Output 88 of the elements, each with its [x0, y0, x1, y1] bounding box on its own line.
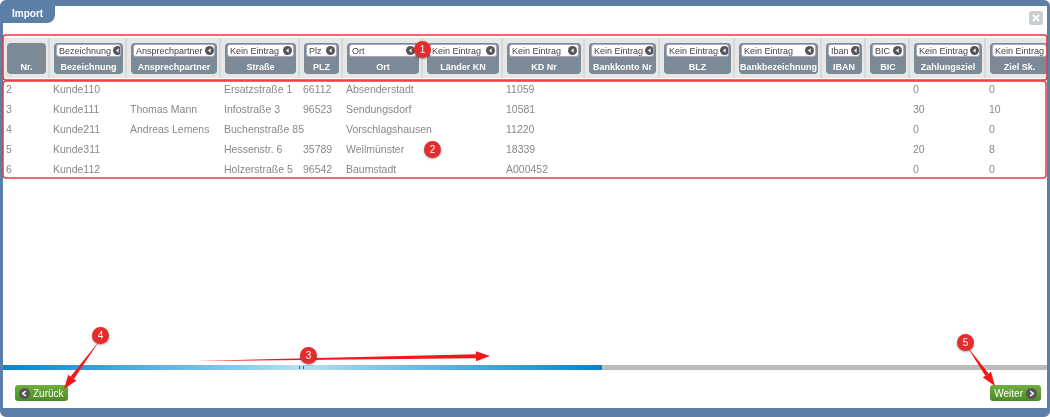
table-cell-text: 18339 — [505, 142, 536, 157]
table-cell-text: Baumstadt — [345, 162, 397, 177]
table-cell-text: 30 — [912, 102, 925, 117]
table-cell-text: A000452 — [505, 162, 549, 177]
caret-icon — [283, 46, 292, 55]
scrollbar[interactable] — [3, 365, 1047, 370]
table-cell-text: 5 — [5, 142, 12, 157]
column-mapping-dropdown[interactable]: Kein Eintrag — [509, 44, 579, 57]
column-label: Länder KN — [440, 62, 486, 73]
column-mapping-dropdown[interactable]: Bezeichnung — [56, 44, 121, 57]
caret-icon — [850, 46, 859, 55]
table-cell-text: 20 — [912, 142, 925, 157]
table-cell-text: Kunde211 — [52, 122, 101, 137]
table-cell-text: Kunde110 — [52, 82, 101, 97]
table-cell-text: 0 — [988, 82, 995, 97]
column-label: BLZ — [688, 62, 707, 73]
column-label: Ansprechpartner — [137, 62, 211, 73]
caret-icon — [970, 46, 979, 55]
column-label: Ziel Sk. — [1003, 62, 1036, 73]
caret-icon — [893, 46, 902, 55]
caret-icon — [486, 46, 495, 55]
table-cell-text: Buchenstraße 85 — [223, 122, 304, 137]
table-cell-text: 66112 — [302, 82, 332, 97]
column-label: Bankbezeichnung — [740, 62, 817, 73]
caret-icon — [805, 46, 814, 55]
column-mapping-dropdown[interactable]: Kein Eintrag — [591, 44, 654, 57]
caret-icon — [568, 46, 577, 55]
column-label: Bankkonto Nr — [593, 62, 652, 73]
column-mapping-dropdown[interactable]: Kein Eintrag — [666, 44, 729, 57]
table-cell-text: 0 — [912, 162, 919, 177]
table-cell-text: Sendungsdorf — [345, 102, 412, 117]
table-cell-text: Weilmünster — [345, 142, 405, 157]
column-label: Zahlungsziel — [920, 62, 976, 73]
caret-icon — [406, 46, 415, 55]
table-cell-text: Andreas Lemens — [129, 122, 210, 137]
column-label: BIC — [880, 62, 896, 73]
column-mapping-dropdown[interactable]: Kein Eintrag — [429, 44, 497, 57]
table-cell-text: 11059 — [505, 82, 535, 97]
table-cell-text: Ersatzstraße 1 — [223, 82, 293, 97]
chevron-left-icon — [19, 387, 30, 399]
table-cell-text: 10 — [988, 102, 1001, 117]
table-cell-text: 96542 — [302, 162, 333, 177]
table-cell-text: Vorschlagshausen — [345, 122, 432, 137]
table-cell-text: Kunde112 — [52, 162, 101, 177]
table-cell-text: 0 — [988, 122, 995, 137]
column-label: KD Nr — [531, 62, 557, 73]
table-cell-text: 3 — [5, 102, 12, 117]
table-cell-text: 0 — [988, 162, 995, 177]
table-cell-text: 11220 — [505, 122, 535, 137]
caret-icon — [204, 46, 214, 55]
column-mapping-dropdown[interactable]: BIC — [872, 44, 904, 57]
caret-icon — [720, 46, 728, 55]
table-cell-text: 4 — [5, 122, 12, 137]
table-cell-text: 0 — [912, 82, 919, 97]
table-cell-text: Absenderstadt — [345, 82, 414, 97]
table-cell-text: Thomas Mann — [129, 102, 198, 117]
column-mapping-dropdown[interactable]: Ort — [349, 44, 417, 57]
column-label: Straße — [246, 62, 275, 73]
table-cell-text: 2 — [5, 82, 12, 97]
column-mapping-dropdown[interactable]: Kein Eintrag — [992, 44, 1047, 57]
column-mapping-dropdown[interactable]: Iban — [828, 44, 860, 57]
table-cell-text: Kunde111 — [52, 102, 100, 117]
column-mapping-dropdown[interactable]: Ansprechpartner — [133, 44, 215, 57]
table-cell-text: Kunde311 — [52, 142, 101, 157]
table-cell-text: Holzerstraße 5 — [223, 162, 293, 177]
table-cell-text: Hessenstr. 6 — [223, 142, 283, 157]
chevron-right-icon — [1026, 387, 1037, 399]
table-cell-text: 10581 — [505, 102, 536, 117]
column-mapping-dropdown[interactable]: Kein Eintrag — [227, 44, 294, 57]
table-cell-text: 8 — [988, 142, 995, 157]
caret-icon — [113, 46, 120, 55]
column-label: PLZ — [313, 62, 330, 73]
caret-icon — [326, 46, 335, 55]
table-cell-text: 6 — [5, 162, 12, 177]
window-tab[interactable]: Import — [3, 6, 56, 23]
close-button[interactable] — [1029, 11, 1043, 25]
table-cell-text: 96523 — [302, 102, 333, 117]
table-cell-text: 0 — [912, 122, 919, 137]
table-cell-text: Infostraße 3 — [223, 102, 281, 117]
column-label: Bezeichnung — [60, 62, 117, 73]
caret-icon — [645, 46, 653, 55]
column-mapping-dropdown[interactable]: Plz — [306, 44, 337, 57]
column-label: IBAN — [833, 62, 855, 73]
column-mapping-dropdown[interactable]: Kein Eintrag — [741, 44, 816, 57]
column-mapping-dropdown[interactable]: Kein Eintrag — [916, 44, 980, 57]
column-label: Ort — [376, 62, 390, 73]
column-label: Nr. — [20, 62, 33, 73]
table-cell-text: 35789 — [302, 142, 333, 157]
